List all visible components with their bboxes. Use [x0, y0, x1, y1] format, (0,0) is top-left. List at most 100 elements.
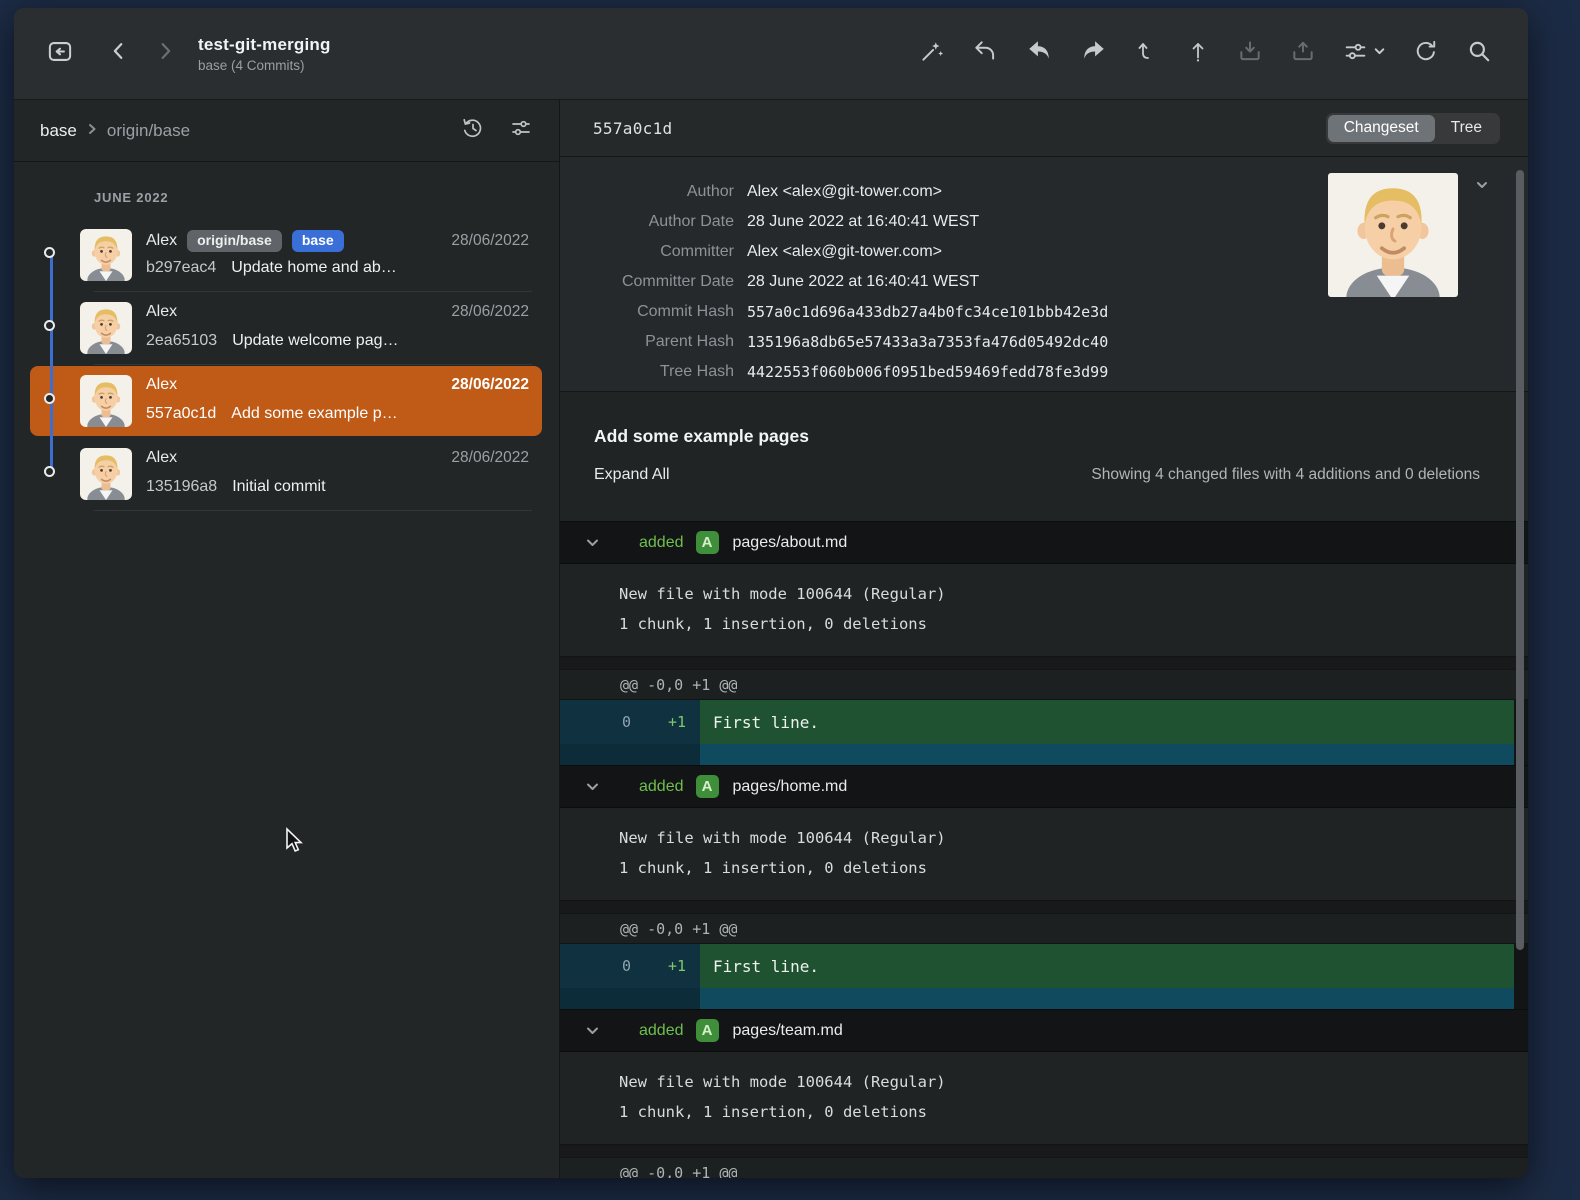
file-path: pages/team.md — [733, 1022, 843, 1040]
working-copy-icon — [44, 38, 76, 70]
file-status: added — [639, 534, 684, 552]
search-button[interactable] — [1466, 38, 1492, 69]
forward-button[interactable] — [154, 39, 176, 68]
view-toggle: Changeset Tree — [1326, 113, 1500, 144]
changes-summary: Showing 4 changed files with 4 additions… — [1091, 466, 1494, 484]
commit-list: JUNE 2022 Alex origin/base base 28/06/20… — [14, 162, 559, 1178]
sliders-icon — [1343, 39, 1368, 69]
working-copy-button[interactable] — [44, 38, 76, 70]
commit-row-135196a8[interactable]: Alex 28/06/2022 135196a8 Initial commit — [14, 438, 559, 511]
file-stats-line: 1 chunk, 1 insertion, 0 deletions — [619, 1097, 1528, 1127]
field-label: Committer Date — [560, 273, 734, 291]
file-path: pages/home.md — [733, 778, 848, 796]
redo-button[interactable] — [1080, 38, 1108, 69]
graph-node — [44, 247, 55, 258]
redo-arrow-icon — [1080, 38, 1108, 69]
field-value: 557a0c1d696a433db27a4b0fc34ce101bbb42e3d — [747, 303, 1108, 321]
stash-save-icon — [1237, 38, 1263, 69]
stash-apply-icon — [1290, 38, 1316, 69]
file-path: pages/about.md — [733, 534, 848, 552]
field-label: Tree Hash — [560, 363, 734, 381]
field-value: Alex <alex@git-tower.com> — [747, 243, 942, 261]
back-button[interactable] — [108, 39, 130, 68]
file-header[interactable]: added A pages/about.md — [560, 521, 1528, 564]
file-header[interactable]: added A pages/team.md — [560, 1009, 1528, 1052]
wand-button[interactable] — [919, 38, 945, 69]
commit-row-b297eac4[interactable]: Alex origin/base base 28/06/2022 b297eac… — [14, 219, 559, 292]
collapse-chevron-icon — [584, 535, 601, 551]
new-line-number: +1 — [654, 700, 700, 744]
tab-tree[interactable]: Tree — [1435, 115, 1498, 142]
file-status: added — [639, 1022, 684, 1040]
breadcrumb-item-base[interactable]: base — [40, 121, 77, 141]
window-title: test-git-merging — [198, 35, 331, 55]
collapse-chevron-icon — [584, 1023, 601, 1039]
file-section-about: added A pages/about.md New file with mod… — [560, 521, 1528, 765]
commit-author: Alex — [146, 232, 177, 250]
month-label: JUNE 2022 — [94, 190, 559, 205]
old-line-number: 0 — [560, 944, 654, 988]
avatar — [80, 229, 132, 281]
pull-icon — [1135, 38, 1159, 69]
commit-hash: b297eac4 — [146, 259, 216, 277]
commit-detail-panel: 557a0c1d Changeset Tree Author Alex <alex… — [560, 100, 1528, 1178]
wand-icon — [919, 38, 945, 69]
diff-filler-row — [560, 988, 1528, 1009]
remote-branch-badge: origin/base — [187, 230, 282, 252]
breadcrumb-chevron-icon — [86, 121, 98, 141]
detail-scroll-area[interactable]: AuthorAlex <alex@git-tower.com> Author D… — [560, 157, 1528, 1178]
expand-all-button[interactable]: Expand All — [594, 466, 670, 484]
breadcrumb-item-origin-base[interactable]: origin/base — [107, 121, 190, 141]
chevron-right-icon — [154, 39, 176, 68]
undo-button[interactable] — [972, 38, 998, 69]
view-options-button[interactable] — [1343, 39, 1386, 69]
merge-button[interactable] — [1025, 38, 1053, 69]
detail-header: 557a0c1d Changeset Tree — [560, 100, 1528, 157]
field-value: 28 June 2022 at 16:40:41 WEST — [747, 273, 979, 291]
hunk-header: @@ -0,0 +1 @@ — [560, 669, 1528, 700]
commit-date: 28/06/2022 — [451, 376, 529, 394]
avatar — [80, 302, 132, 354]
hunk-header: @@ -0,0 +1 @@ — [560, 913, 1528, 944]
app-window: test-git-merging base (4 Commits) — [14, 8, 1528, 1178]
diff-added-line[interactable]: 0 +1 First line. — [560, 700, 1528, 744]
tab-changeset[interactable]: Changeset — [1328, 115, 1435, 142]
commit-message-block: Add some example pages Expand All Showin… — [560, 392, 1528, 521]
scrollbar-thumb[interactable] — [1516, 170, 1524, 950]
history-button[interactable] — [461, 116, 485, 145]
commit-message: Update home and ab… — [231, 259, 396, 277]
undo-arrow-icon — [972, 38, 998, 69]
apply-stash-button[interactable] — [1290, 38, 1316, 69]
commit-row-557a0c1d-selected[interactable]: Alex 28/06/2022 557a0c1d Add some exampl… — [14, 365, 559, 438]
push-button[interactable] — [1186, 38, 1210, 69]
pull-button[interactable] — [1135, 38, 1159, 69]
commit-hash: 135196a8 — [146, 478, 217, 496]
commit-message: Initial commit — [232, 478, 325, 496]
filter-button[interactable] — [509, 116, 533, 145]
file-section-team: added A pages/team.md New file with mode… — [560, 1009, 1528, 1178]
old-line-number: 0 — [560, 700, 654, 744]
file-stats-line: 1 chunk, 1 insertion, 0 deletions — [619, 853, 1528, 883]
commit-message: Update welcome pag… — [232, 332, 398, 350]
divider — [560, 657, 1528, 669]
file-info: New file with mode 100644 (Regular) 1 ch… — [560, 564, 1528, 657]
author-avatar — [1328, 173, 1458, 297]
refresh-button[interactable] — [1413, 38, 1439, 69]
search-icon — [1466, 38, 1492, 69]
commit-row-2ea65103[interactable]: Alex 28/06/2022 2ea65103 Update welcome … — [14, 292, 559, 365]
toolbar — [919, 38, 1528, 69]
commit-author: Alex — [146, 303, 177, 321]
field-label: Author — [560, 183, 734, 201]
file-mode-line: New file with mode 100644 (Regular) — [619, 579, 1528, 609]
collapse-chevron-icon — [584, 779, 601, 795]
stash-button[interactable] — [1237, 38, 1263, 69]
avatar-disclosure-button[interactable] — [1474, 177, 1490, 198]
new-line-number: +1 — [654, 944, 700, 988]
graph-node — [44, 466, 55, 477]
history-sidebar: base origin/base JUNE 2022 — [14, 100, 560, 1178]
file-info: New file with mode 100644 (Regular) 1 ch… — [560, 808, 1528, 901]
diff-added-line[interactable]: 0 +1 First line. — [560, 944, 1528, 988]
avatar — [80, 448, 132, 500]
file-mode-line: New file with mode 100644 (Regular) — [619, 823, 1528, 853]
file-header[interactable]: added A pages/home.md — [560, 765, 1528, 808]
